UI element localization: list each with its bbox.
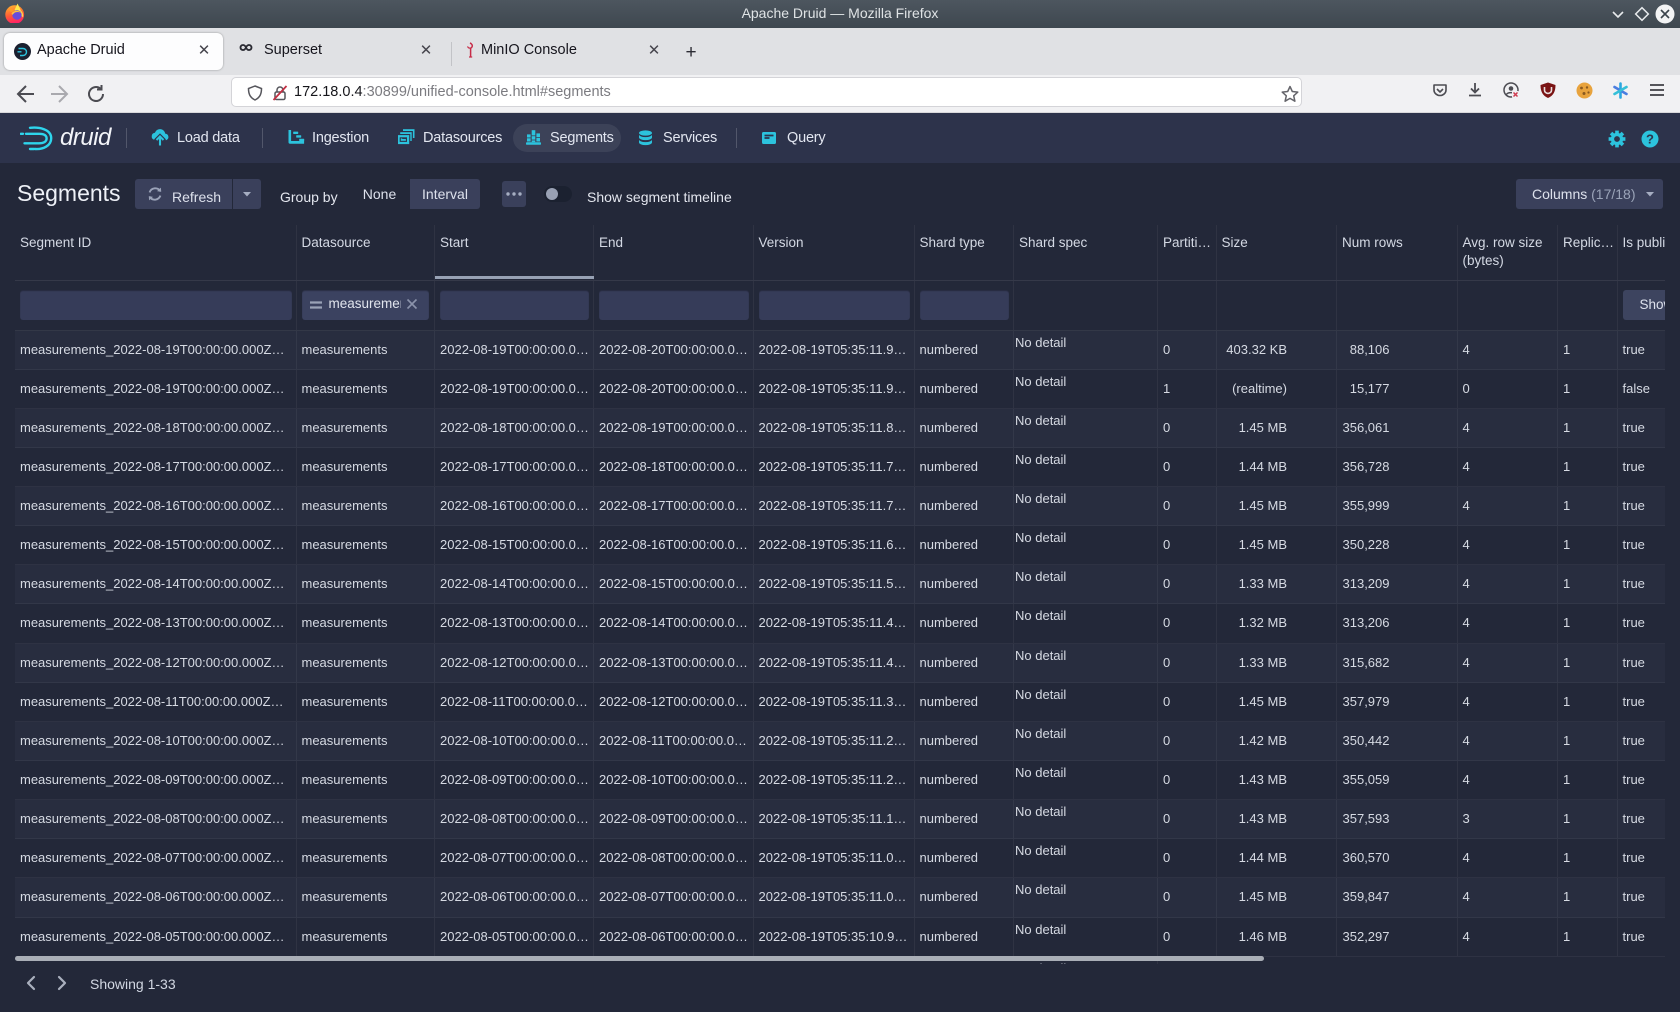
svg-text:?: ? bbox=[1646, 132, 1654, 147]
